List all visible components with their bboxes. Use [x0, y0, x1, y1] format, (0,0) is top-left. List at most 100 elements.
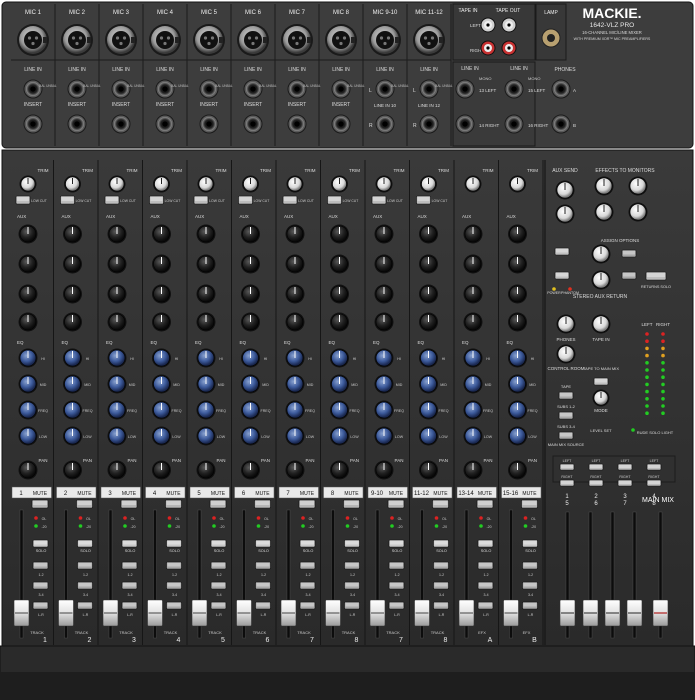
sub-assign-left-button[interactable] — [617, 463, 633, 471]
assign-option-button[interactable] — [621, 271, 637, 280]
aux-send-knob[interactable] — [330, 254, 349, 274]
mic-input-xlr[interactable] — [149, 24, 181, 56]
tape-to-main-mix-button[interactable] — [593, 377, 609, 386]
source-subs12-button[interactable] — [558, 411, 574, 420]
line-in-right-jack[interactable] — [375, 114, 395, 134]
aux-send-knob[interactable] — [107, 284, 127, 304]
aux-master-knob[interactable] — [555, 180, 575, 200]
eq-knob[interactable] — [508, 426, 527, 446]
aux-send-knob[interactable] — [18, 312, 38, 332]
trim-knob[interactable] — [242, 175, 259, 193]
eq-knob[interactable] — [107, 426, 127, 446]
pan-knob[interactable] — [463, 460, 483, 480]
mic-input-xlr[interactable] — [369, 24, 401, 56]
mic-input-xlr[interactable] — [237, 24, 269, 56]
eq-knob[interactable] — [196, 374, 216, 394]
aux-send-knob[interactable] — [152, 312, 171, 332]
solo-button[interactable] — [255, 539, 271, 548]
eq-knob[interactable] — [285, 426, 305, 446]
aux-master-knob[interactable] — [555, 204, 575, 224]
eq-knob[interactable] — [463, 348, 483, 368]
aux-send-knob[interactable] — [508, 224, 527, 244]
eq-knob[interactable] — [508, 348, 527, 368]
eq-knob[interactable] — [107, 374, 127, 394]
assign-34-button[interactable] — [344, 581, 360, 590]
sub-assign-left-button[interactable] — [646, 463, 662, 471]
channel-fader[interactable] — [13, 599, 30, 627]
trim-knob[interactable] — [19, 175, 37, 193]
eq-knob[interactable] — [63, 348, 82, 368]
trim-knob[interactable] — [331, 175, 348, 193]
mute-button[interactable] — [254, 499, 271, 509]
assign-lr-button[interactable] — [166, 601, 182, 610]
eq-knob[interactable] — [374, 426, 394, 446]
pan-knob[interactable] — [196, 460, 216, 480]
aux-send-knob[interactable] — [419, 254, 438, 274]
aux-send-knob[interactable] — [463, 254, 483, 274]
eq-knob[interactable] — [241, 426, 260, 446]
eq-knob[interactable] — [152, 374, 171, 394]
sub-assign-right-button[interactable] — [559, 479, 575, 487]
insert-jack[interactable] — [243, 114, 263, 134]
insert-jack[interactable] — [67, 114, 87, 134]
aux-send-knob[interactable] — [63, 312, 82, 332]
low-cut-button[interactable] — [238, 195, 253, 205]
low-cut-button[interactable] — [371, 195, 387, 205]
mute-button[interactable] — [76, 499, 93, 509]
aux-send-knob[interactable] — [196, 312, 216, 332]
mute-button[interactable] — [165, 499, 182, 509]
insert-jack[interactable] — [23, 114, 43, 134]
aux-send-knob[interactable] — [152, 284, 171, 304]
eq-knob[interactable] — [285, 400, 305, 420]
stereo-line-in-jack[interactable] — [455, 114, 475, 134]
assign-12-button[interactable] — [121, 561, 138, 570]
eq-knob[interactable] — [152, 400, 171, 420]
returns-solo-button[interactable] — [645, 271, 667, 281]
eq-knob[interactable] — [285, 348, 305, 368]
eq-knob[interactable] — [463, 374, 483, 394]
solo-button[interactable] — [299, 539, 316, 548]
aux-send-knob[interactable] — [285, 312, 305, 332]
aux-send-knob[interactable] — [330, 224, 349, 244]
mic-input-xlr[interactable] — [413, 24, 445, 56]
rca-jack[interactable] — [501, 17, 517, 33]
aux-send-knob[interactable] — [285, 224, 305, 244]
mic-input-xlr[interactable] — [17, 24, 49, 56]
aux-send-knob[interactable] — [419, 284, 438, 304]
aux-send-knob[interactable] — [508, 312, 527, 332]
eq-knob[interactable] — [196, 348, 216, 368]
aux-master-knob[interactable] — [594, 202, 614, 222]
aux-send-knob[interactable] — [463, 312, 483, 332]
eq-knob[interactable] — [419, 426, 438, 446]
sub-assign-right-button[interactable] — [646, 479, 662, 487]
trim-knob[interactable] — [509, 175, 526, 193]
assign-34-button[interactable] — [166, 581, 182, 590]
sub-fader[interactable] — [582, 599, 599, 627]
pan-knob[interactable] — [374, 460, 394, 480]
line-in-jack[interactable] — [67, 79, 87, 99]
trim-knob[interactable] — [375, 175, 393, 193]
sub-fader[interactable] — [559, 599, 576, 627]
aux-master-knob[interactable] — [628, 176, 648, 196]
insert-jack[interactable] — [111, 114, 131, 134]
mute-button[interactable] — [432, 499, 449, 509]
sub-assign-left-button[interactable] — [588, 463, 604, 471]
channel-fader[interactable] — [369, 599, 386, 627]
assign-12-button[interactable] — [433, 561, 449, 570]
solo-button[interactable] — [77, 539, 93, 548]
stereo-line-in-jack[interactable] — [455, 79, 475, 99]
aux-send-knob[interactable] — [63, 254, 82, 274]
aux-send-knob[interactable] — [241, 254, 260, 274]
assign-34-button[interactable] — [433, 581, 449, 590]
eq-knob[interactable] — [107, 348, 127, 368]
trim-knob[interactable] — [64, 175, 81, 193]
mic-input-xlr[interactable] — [193, 24, 225, 56]
channel-fader[interactable] — [414, 599, 430, 627]
eq-knob[interactable] — [330, 348, 349, 368]
aux-send-knob[interactable] — [107, 312, 127, 332]
eq-knob[interactable] — [285, 374, 305, 394]
aux-send-knob[interactable] — [508, 254, 527, 274]
sub-fader[interactable] — [604, 599, 621, 627]
aux-send-knob[interactable] — [18, 224, 38, 244]
eq-knob[interactable] — [63, 400, 82, 420]
